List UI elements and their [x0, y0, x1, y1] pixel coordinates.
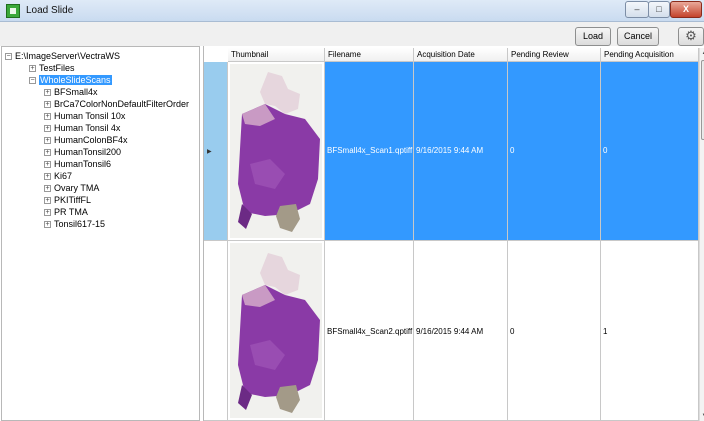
- tree-node[interactable]: + BFSmall4x: [44, 87, 98, 98]
- expand-icon[interactable]: +: [44, 209, 51, 216]
- pending-review-text: 0: [510, 327, 515, 336]
- slide-thumbnail: [230, 64, 322, 238]
- tissue-image: [238, 253, 320, 413]
- tree-node-label: HumanTonsil200: [54, 147, 122, 157]
- tree-node[interactable]: + HumanTonsil200: [44, 147, 121, 158]
- pending-acquisition-text: 0: [603, 146, 608, 155]
- toolbar: Load Cancel ⚙: [0, 22, 704, 46]
- cancel-button[interactable]: Cancel: [617, 27, 659, 46]
- table-row[interactable]: ▶ BFSmall4x_Scan1.qptiff 9/16/2015 9:44 …: [204, 62, 699, 241]
- tree-node-label: Human Tonsil 10x: [54, 111, 126, 121]
- tree-node[interactable]: + HumanTonsil6: [44, 159, 111, 170]
- thumbnail-cell[interactable]: [228, 241, 325, 421]
- expand-icon[interactable]: +: [44, 113, 51, 120]
- tree-node[interactable]: + Ki67: [44, 171, 72, 182]
- column-header-pending-acquisition[interactable]: Pending Acquisition: [601, 48, 699, 62]
- column-header-filename[interactable]: Filename: [325, 48, 414, 62]
- tree-node-label: Human Tonsil 4x: [54, 123, 121, 133]
- acquisition-date-text: 9/16/2015 9:44 AM: [416, 146, 484, 155]
- expand-icon[interactable]: +: [44, 149, 51, 156]
- tree-root[interactable]: − E:\ImageServer\VectraWS: [5, 51, 120, 62]
- acquisition-date-text: 9/16/2015 9:44 AM: [416, 327, 484, 336]
- filename-cell[interactable]: BFSmall4x_Scan1.qptiff: [325, 62, 414, 241]
- tissue-image: [238, 72, 320, 232]
- scroll-up-icon[interactable]: ▲: [700, 48, 704, 58]
- slide-thumbnail: [230, 243, 322, 418]
- tree-node-label: E:\ImageServer\VectraWS: [15, 51, 121, 61]
- maximize-button[interactable]: □: [648, 1, 670, 18]
- close-button[interactable]: X: [670, 1, 702, 18]
- tree-node-label: BrCa7ColorNonDefaultFilterOrder: [54, 99, 190, 109]
- expand-icon[interactable]: +: [44, 173, 51, 180]
- filename-text: BFSmall4x_Scan1.qptiff: [327, 146, 413, 155]
- tree-node-label: PR TMA: [54, 207, 88, 217]
- expand-icon[interactable]: +: [44, 161, 51, 168]
- thumbnail-cell[interactable]: [228, 62, 325, 241]
- acquisition-date-cell[interactable]: 9/16/2015 9:44 AM: [414, 241, 508, 421]
- expand-icon[interactable]: +: [44, 185, 51, 192]
- slide-grid: Thumbnail Filename Acquisition Date Pend…: [203, 46, 704, 421]
- gear-icon[interactable]: ⚙: [678, 27, 704, 46]
- tree-node-label: Ki67: [54, 171, 73, 181]
- tree-node-label: PKITiffFL: [54, 195, 92, 205]
- pending-acquisition-text: 1: [603, 327, 608, 336]
- column-header-thumbnail[interactable]: Thumbnail: [228, 48, 325, 62]
- pending-review-cell[interactable]: 0: [508, 241, 601, 421]
- app-icon: [6, 4, 20, 18]
- expand-icon[interactable]: +: [44, 101, 51, 108]
- collapse-icon[interactable]: −: [29, 77, 36, 84]
- tree-node-label: HumanColonBF4x: [54, 135, 128, 145]
- pending-review-text: 0: [510, 146, 515, 155]
- expand-icon[interactable]: +: [44, 137, 51, 144]
- tree-node[interactable]: + PKITiffFL: [44, 195, 91, 206]
- filename-cell[interactable]: BFSmall4x_Scan2.qptiff: [325, 241, 414, 421]
- collapse-icon[interactable]: −: [5, 53, 12, 60]
- filename-text: BFSmall4x_Scan2.qptiff: [327, 327, 413, 336]
- pending-review-cell[interactable]: 0: [508, 62, 601, 241]
- expand-icon[interactable]: +: [44, 221, 51, 228]
- pending-acquisition-cell[interactable]: 1: [601, 241, 699, 421]
- tree-node-label: WholeSlideScans: [39, 75, 112, 85]
- load-button[interactable]: Load: [575, 27, 611, 46]
- acquisition-date-cell[interactable]: 9/16/2015 9:44 AM: [414, 62, 508, 241]
- tree-node[interactable]: + Tonsil617-15: [44, 219, 105, 230]
- row-header[interactable]: ▶: [204, 62, 228, 241]
- tree-node[interactable]: + BrCa7ColorNonDefaultFilterOrder: [44, 99, 189, 110]
- column-header-acquisition-date[interactable]: Acquisition Date: [414, 48, 508, 62]
- pending-acquisition-cell[interactable]: 0: [601, 62, 699, 241]
- column-header-pending-review[interactable]: Pending Review: [508, 48, 601, 62]
- current-row-arrow-icon: ▶: [207, 149, 212, 155]
- window-title: Load Slide: [26, 5, 74, 16]
- expand-icon[interactable]: +: [44, 89, 51, 96]
- tree-node[interactable]: + Human Tonsil 10x: [44, 111, 125, 122]
- expand-icon[interactable]: +: [44, 197, 51, 204]
- tree-node-label: Tonsil617-15: [54, 219, 106, 229]
- tree-node[interactable]: + HumanColonBF4x: [44, 135, 128, 146]
- table-row[interactable]: BFSmall4x_Scan2.qptiff 9/16/2015 9:44 AM…: [204, 241, 699, 421]
- expand-icon[interactable]: +: [29, 65, 36, 72]
- expand-icon[interactable]: +: [44, 125, 51, 132]
- tree-node[interactable]: + PR TMA: [44, 207, 88, 218]
- title-bar: Load Slide – □ X: [0, 0, 704, 22]
- tree-node-label: TestFiles: [39, 63, 75, 73]
- minimize-button[interactable]: –: [625, 1, 649, 18]
- vertical-scrollbar[interactable]: ▲ ▼: [699, 48, 704, 421]
- tree-node-testfiles[interactable]: + TestFiles: [29, 63, 75, 74]
- tree-node[interactable]: + Human Tonsil 4x: [44, 123, 120, 134]
- tree-node-wholeslidescans[interactable]: − WholeSlideScans: [29, 75, 112, 86]
- tree-node-label: BFSmall4x: [54, 87, 98, 97]
- tree-node[interactable]: + Ovary TMA: [44, 183, 99, 194]
- row-header[interactable]: [204, 241, 228, 421]
- folder-tree: − E:\ImageServer\VectraWS + TestFiles − Who…: [1, 46, 200, 421]
- tree-node-label: Ovary TMA: [54, 183, 100, 193]
- scroll-down-icon[interactable]: ▼: [700, 411, 704, 421]
- tree-node-label: HumanTonsil6: [54, 159, 112, 169]
